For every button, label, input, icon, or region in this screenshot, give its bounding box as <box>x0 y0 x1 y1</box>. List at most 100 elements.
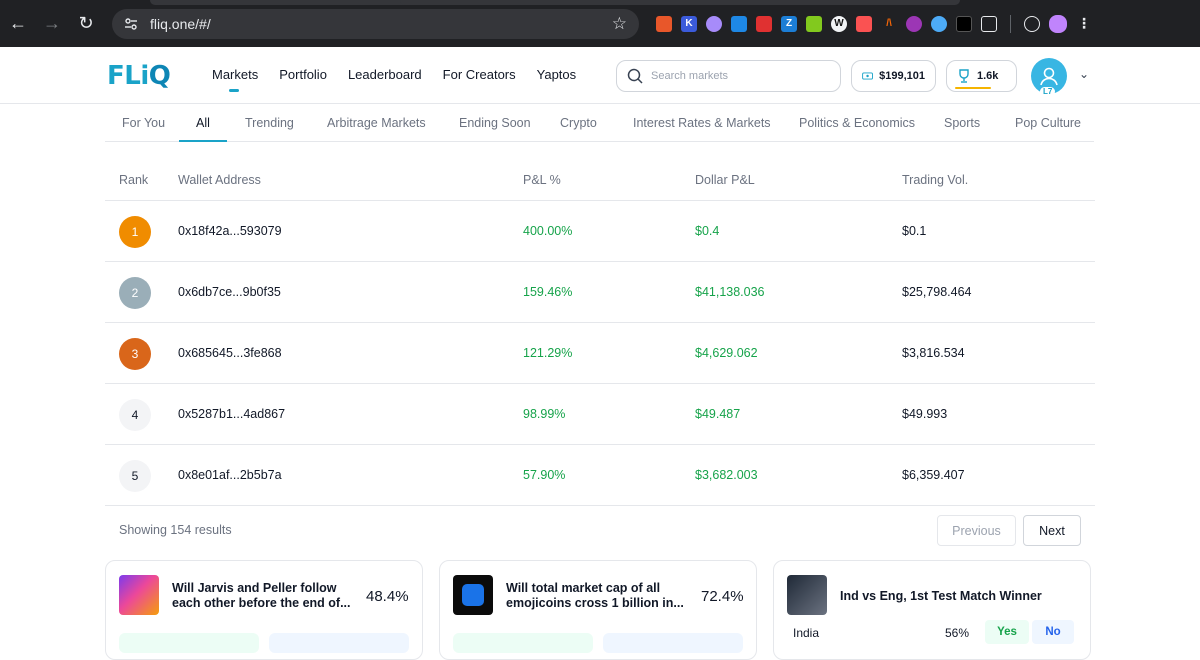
wallet-address[interactable]: 0x18f42a...593079 <box>178 224 282 238</box>
table-row[interactable]: 2 0x6db7ce...9b0f35 159.46% $41,138.036 … <box>105 262 1095 323</box>
market-thumbnail <box>787 575 827 615</box>
extension-icon[interactable]: /\ <box>881 16 897 32</box>
yes-button[interactable] <box>453 633 593 653</box>
table-row[interactable]: 1 0x18f42a...593079 400.00% $0.4 $0.1 <box>105 201 1095 262</box>
rank-badge: 3 <box>119 338 151 370</box>
balance-button[interactable]: $199,101 <box>851 60 936 92</box>
pnl-pct: 57.90% <box>523 468 566 482</box>
trading-volume: $0.1 <box>902 224 927 238</box>
wallet-address[interactable]: 0x5287b1...4ad867 <box>178 407 285 421</box>
market-card[interactable]: Will Jarvis and Peller follow each other… <box>105 560 423 660</box>
nav-portfolio[interactable]: Portfolio <box>279 67 327 82</box>
wallet-address[interactable]: 0x6db7ce...9b0f35 <box>178 285 281 299</box>
performance-icon[interactable] <box>1024 15 1040 32</box>
tab-all[interactable]: All <box>179 116 227 142</box>
extension-icon[interactable]: W <box>831 15 847 32</box>
tab-crypto[interactable]: Crypto <box>560 116 597 130</box>
tab-trending[interactable]: Trending <box>245 116 294 130</box>
profile-avatar-icon[interactable] <box>1049 14 1067 33</box>
market-card[interactable]: Will total market cap of all emojicoins … <box>439 560 757 660</box>
wallet-address[interactable]: 0x685645...3fe868 <box>178 346 282 360</box>
no-button[interactable] <box>603 633 743 653</box>
search-placeholder: Search markets <box>651 70 729 82</box>
rank-badge: 1 <box>119 216 151 248</box>
tab-politics-economics[interactable]: Politics & Economics <box>799 116 915 130</box>
extension-icon[interactable]: Z <box>781 15 797 32</box>
market-thumbnail <box>453 575 493 615</box>
site-settings-icon[interactable] <box>122 15 140 33</box>
trading-volume: $6,359.407 <box>902 468 965 482</box>
tab-sports[interactable]: Sports <box>944 116 980 130</box>
previous-button[interactable]: Previous <box>937 515 1016 546</box>
address-bar[interactable]: fliq.one/#/ ☆ <box>112 8 639 39</box>
table-row[interactable]: 4 0x5287b1...4ad867 98.99% $49.487 $49.9… <box>105 384 1095 445</box>
back-icon[interactable]: ← <box>2 8 34 40</box>
yes-button[interactable]: Yes <box>985 620 1029 644</box>
table-row[interactable]: 3 0x685645...3fe868 121.29% $4,629.062 $… <box>105 323 1095 384</box>
extension-icon[interactable] <box>756 15 772 32</box>
tab-pop-culture[interactable]: Pop Culture <box>1015 116 1081 130</box>
dollar-pnl: $49.487 <box>695 407 741 421</box>
tab-for-you[interactable]: For You <box>122 116 165 130</box>
market-question[interactable]: Will total market cap of all emojicoins … <box>506 581 686 611</box>
trading-volume: $25,798.464 <box>902 285 972 299</box>
extension-icon[interactable] <box>906 15 922 32</box>
dollar-pnl: $3,682.003 <box>695 468 758 482</box>
extension-icon[interactable] <box>956 15 972 32</box>
tab-interest-rates-markets[interactable]: Interest Rates & Markets <box>633 116 771 130</box>
extension-icon[interactable] <box>656 15 672 32</box>
rank-badge: 5 <box>119 460 151 492</box>
trophy-button[interactable]: 1.6k <box>946 60 1017 92</box>
wallet-address[interactable]: 0x8e01af...2b5b7a <box>178 468 282 482</box>
market-question[interactable]: Ind vs Eng, 1st Test Match Winner <box>840 589 1060 604</box>
header-dollar-pnl: Dollar P&L <box>695 173 755 187</box>
fliq-logo[interactable]: FLiQ <box>107 61 171 91</box>
bookmark-star-icon[interactable]: ☆ <box>612 14 627 34</box>
nav-yaptos[interactable]: Yaptos <box>537 67 577 82</box>
extension-icon[interactable] <box>706 15 722 32</box>
header-rank: Rank <box>119 173 149 187</box>
extension-icon[interactable] <box>731 15 747 32</box>
tab-ending-soon[interactable]: Ending Soon <box>459 116 531 130</box>
dollar-pnl: $4,629.062 <box>695 346 758 360</box>
no-button[interactable]: No <box>1032 620 1074 644</box>
nav-leaderboard[interactable]: Leaderboard <box>348 67 422 82</box>
extension-icon[interactable] <box>806 15 822 32</box>
chevron-down-icon[interactable]: ⌄ <box>1079 67 1089 81</box>
next-button[interactable]: Next <box>1023 515 1081 546</box>
extension-icon[interactable] <box>856 15 872 32</box>
extensions-puzzle-icon[interactable] <box>981 15 997 32</box>
pnl-pct: 400.00% <box>523 224 573 238</box>
category-tabs: For You All Trending Arbitrage Markets E… <box>105 104 1094 142</box>
trading-volume: $3,816.534 <box>902 346 965 360</box>
market-question[interactable]: Will Jarvis and Peller follow each other… <box>172 581 352 611</box>
search-input[interactable]: Search markets <box>616 60 841 92</box>
market-card[interactable]: Ind vs Eng, 1st Test Match Winner India … <box>773 560 1091 660</box>
nav-for-creators[interactable]: For Creators <box>443 67 516 82</box>
yes-button[interactable] <box>119 633 259 653</box>
leaderboard-table: Rank Wallet Address P&L % Dollar P&L Tra… <box>105 160 1095 506</box>
browser-menu-icon[interactable]: ⋮ <box>1076 15 1092 32</box>
main-nav: Markets Portfolio Leaderboard For Creato… <box>212 67 577 92</box>
pnl-pct: 121.29% <box>523 346 573 360</box>
user-icon <box>1040 67 1058 86</box>
dollar-pnl: $41,138.036 <box>695 285 765 299</box>
header-pnl-pct: P&L % <box>523 173 561 187</box>
tab-arbitrage-markets[interactable]: Arbitrage Markets <box>327 116 426 130</box>
header-volume: Trading Vol. <box>902 173 969 187</box>
browser-toolbar: ← → ↻ fliq.one/#/ ☆ K Z W /\ ⋮ <box>0 0 1200 47</box>
extension-icon[interactable] <box>931 15 947 32</box>
table-header: Rank Wallet Address P&L % Dollar P&L Tra… <box>105 160 1095 201</box>
no-button[interactable] <box>269 633 409 653</box>
search-icon <box>627 68 643 84</box>
reload-icon[interactable]: ↻ <box>70 8 102 40</box>
results-count: Showing 154 results <box>119 523 232 537</box>
trophy-count: 1.6k <box>977 70 999 82</box>
extension-icon[interactable]: K <box>681 15 697 32</box>
rank-badge: 2 <box>119 277 151 309</box>
trophy-progress-bar <box>955 87 991 89</box>
nav-markets[interactable]: Markets <box>212 67 258 92</box>
market-thumbnail <box>119 575 159 615</box>
table-row[interactable]: 5 0x8e01af...2b5b7a 57.90% $3,682.003 $6… <box>105 445 1095 506</box>
forward-icon[interactable]: → <box>36 8 68 40</box>
